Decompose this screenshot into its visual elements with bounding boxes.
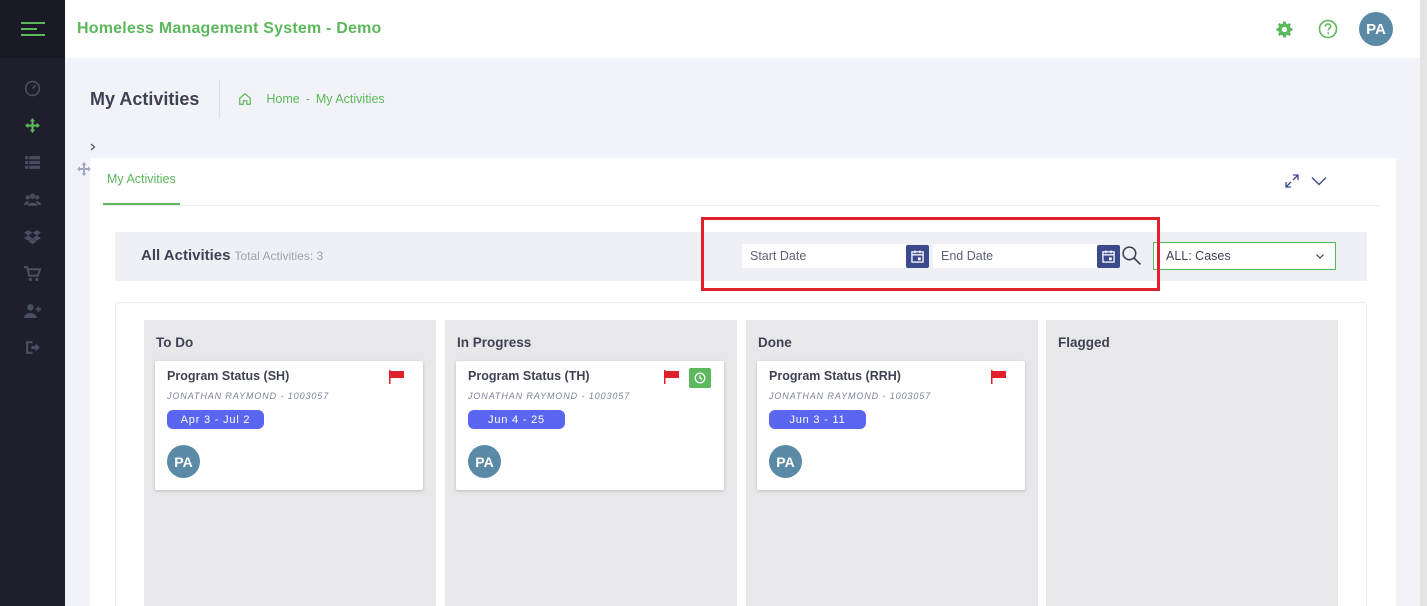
app-title: Homeless Management System - Demo [77,20,382,37]
gauge-icon [24,80,41,97]
column-title: Flagged [1058,335,1110,350]
chevron-down-icon [1311,177,1327,186]
breadcrumb: Home - My Activities [238,92,385,106]
task-title: Program Status (TH) [468,369,590,383]
column-to-do: To Do Program Status (SH) JONATHAN RAYMO… [144,320,436,606]
flag-button[interactable] [388,369,406,390]
expand-button[interactable] [1285,174,1299,188]
card-tabs: My Activities [103,158,1379,206]
settings-button[interactable] [1267,12,1301,46]
users-icon [24,193,41,206]
question-circle-icon [1318,19,1338,39]
flag-button[interactable] [990,369,1008,390]
menu-toggle[interactable] [0,0,65,58]
user-avatar[interactable]: PA [1359,12,1393,46]
dropbox-icon [24,230,41,244]
sidebar-item-clients[interactable] [0,181,65,218]
case-filter-value: ALL: Cases [1166,249,1231,263]
chevron-down-icon [1316,254,1324,259]
list-icon [25,156,40,169]
task-card[interactable]: Program Status (TH) JONATHAN RAYMOND - 1… [456,361,724,490]
status-button[interactable] [689,368,711,388]
task-assignee-avatar[interactable]: PA [468,445,501,478]
task-date-range: Jun 3 - 11 [769,410,866,429]
sidebar-item-dashboard[interactable] [0,70,65,107]
home-icon[interactable] [238,92,252,106]
collapse-button[interactable] [1311,176,1327,186]
top-header: Homeless Management System - Demo PA [65,0,1420,58]
task-assignee-avatar[interactable]: PA [769,445,802,478]
flag-icon [389,370,404,384]
subheader: My Activities Home - My Activities [90,80,385,118]
task-client: JONATHAN RAYMOND - 1003057 [468,391,631,401]
breadcrumb-current[interactable]: My Activities [316,92,385,106]
task-card[interactable]: Program Status (RRH) JONATHAN RAYMOND - … [757,361,1025,490]
task-title: Program Status (SH) [167,369,290,383]
task-card[interactable]: Program Status (SH) JONATHAN RAYMOND - 1… [155,361,423,490]
help-button[interactable] [1311,12,1345,46]
user-plus-icon [24,304,41,318]
arrows-move-icon [25,118,40,133]
sidebar-item-cart[interactable] [0,255,65,292]
cart-icon [24,266,41,281]
sidebar-item-services[interactable] [0,218,65,255]
sidebar-item-activities[interactable] [0,107,65,144]
expand-icon [1285,174,1299,188]
task-date-range: Apr 3 - Jul 2 [167,410,264,429]
task-date-range: Jun 4 - 25 [468,410,565,429]
sidebar-item-add-user[interactable] [0,292,65,329]
panel-toggle[interactable] [90,142,96,154]
flag-icon [664,370,679,384]
sidebar-item-list[interactable] [0,144,65,181]
column-title: In Progress [457,335,532,350]
case-filter-select[interactable]: ALL: Cases [1153,242,1336,270]
sidebar [0,0,65,606]
page-scrollbar[interactable] [1420,0,1427,606]
kanban-board: To Do Program Status (SH) JONATHAN RAYMO… [115,302,1367,606]
task-assignee-avatar[interactable]: PA [167,445,200,478]
drag-handle[interactable] [76,161,92,182]
flag-icon [991,370,1006,384]
column-done: Done Program Status (RRH) JONATHAN RAYMO… [746,320,1038,606]
task-client: JONATHAN RAYMOND - 1003057 [167,391,330,401]
filter-title: All Activities Total Activities: 3 [141,247,323,264]
gear-icon [1276,21,1292,37]
column-flagged: Flagged [1046,320,1338,606]
hamburger-icon[interactable] [20,21,45,37]
flag-button[interactable] [663,369,681,390]
all-activities-label: All Activities [141,247,231,264]
arrows-move-icon [77,162,91,176]
page-title: My Activities [90,80,221,118]
total-activities-count: Total Activities: 3 [234,249,324,263]
sign-out-icon [26,341,40,354]
breadcrumb-separator: - [305,92,310,106]
task-title: Program Status (RRH) [769,369,901,383]
card-tools [1273,174,1327,188]
date-filter-highlight [701,217,1160,291]
tab-my-activities[interactable]: My Activities [103,172,180,205]
column-title: To Do [156,335,194,350]
clock-icon [694,372,706,384]
sidebar-item-logout[interactable] [0,329,65,366]
column-in-progress: In Progress Program Status (TH) JONATHAN… [445,320,737,606]
task-client: JONATHAN RAYMOND - 1003057 [769,391,932,401]
breadcrumb-home[interactable]: Home [266,92,299,106]
chevron-right-icon [90,143,96,151]
column-title: Done [758,335,792,350]
